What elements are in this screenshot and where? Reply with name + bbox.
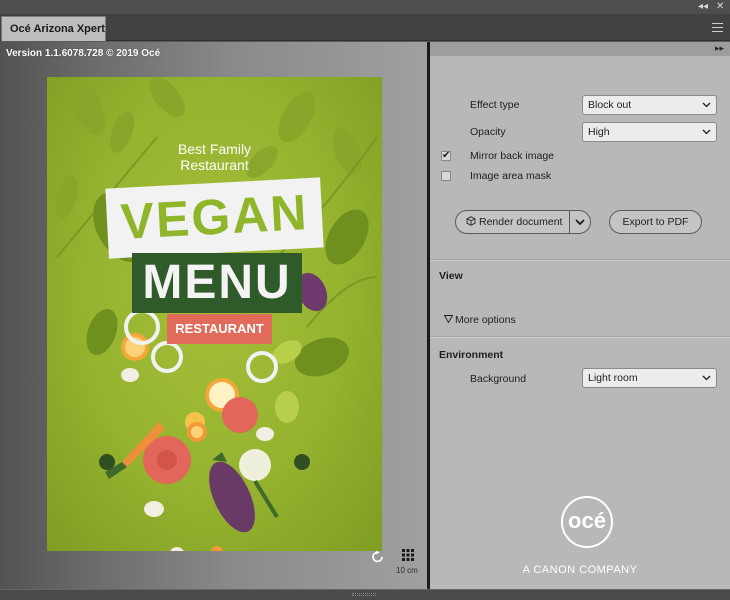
grid-icon[interactable]: [402, 549, 414, 561]
preview-area: Version 1.1.6078.728 © 2019 Océ Best Fam…: [0, 42, 427, 589]
window-top-strip: ◂◂ ✕: [0, 0, 730, 14]
bottom-resize-bar: [0, 589, 730, 600]
more-options-toggle[interactable]: More options: [443, 314, 516, 326]
oce-logo-mark: océ: [568, 508, 606, 533]
render-document-split-button: Render document: [455, 210, 591, 234]
image-area-mask-checkbox[interactable]: [441, 171, 451, 181]
section-divider: [430, 259, 730, 261]
tab-oce-arizona-xpert[interactable]: Océ Arizona Xpert: [1, 16, 106, 41]
poster-tagline: Best Family Restaurant: [47, 141, 382, 173]
mirror-back-image-checkbox[interactable]: ✔: [441, 150, 451, 161]
chevron-down-icon: [702, 102, 711, 108]
image-area-mask-label: Image area mask: [470, 170, 552, 182]
opacity-value: High: [588, 126, 610, 138]
render-document-button[interactable]: Render document: [456, 211, 569, 233]
expand-icon[interactable]: ▸▸: [715, 43, 724, 54]
version-label: Version 1.1.6078.728 © 2019 Océ: [6, 48, 161, 59]
effect-type-dropdown[interactable]: Block out: [582, 95, 717, 115]
environment-section-title: Environment: [439, 349, 504, 361]
view-section-title: View: [439, 270, 463, 282]
effect-type-value: Block out: [588, 99, 632, 111]
checkmark-icon: ✔: [442, 150, 451, 161]
more-options-label: More options: [455, 314, 516, 326]
render-document-label: Render document: [479, 216, 563, 228]
background-dropdown[interactable]: Light room: [582, 368, 717, 388]
chevron-down-icon: [702, 375, 711, 381]
resize-grip-icon[interactable]: [352, 593, 376, 596]
export-to-pdf-button[interactable]: Export to PDF: [609, 210, 702, 234]
section-divider: [430, 336, 730, 338]
background-label: Background: [470, 373, 527, 385]
oce-logo: océ: [561, 496, 613, 548]
hamburger-icon[interactable]: [712, 23, 723, 32]
opacity-dropdown[interactable]: High: [582, 122, 717, 142]
rotate-icon[interactable]: [371, 550, 385, 564]
poster-title-bottom: MENU: [142, 256, 292, 309]
effect-type-label: Effect type: [470, 99, 520, 111]
background-value: Light room: [588, 372, 638, 384]
opacity-label: Opacity: [470, 126, 506, 138]
panel-header: ▸▸: [430, 42, 730, 56]
canon-tagline: A CANON COMPANY: [522, 564, 638, 576]
chevron-down-icon: [702, 129, 711, 135]
poster-tagline-line2: Restaurant: [180, 157, 249, 173]
poster-subtitle: RESTAURANT: [175, 321, 264, 336]
render-options-dropdown[interactable]: [570, 211, 590, 233]
chevron-down-icon: [575, 219, 585, 226]
poster-preview[interactable]: Best Family Restaurant VEGAN MENU RESTAU…: [47, 77, 382, 551]
settings-panel: ▸▸ Effect type Block out Opacity High ✔ …: [430, 42, 730, 589]
mirror-back-image-label: Mirror back image: [470, 150, 555, 162]
poster-title-top: VEGAN: [119, 184, 310, 250]
triangle-down-icon: [443, 315, 454, 324]
poster-tagline-line1: Best Family: [177, 141, 252, 157]
close-icon[interactable]: ✕: [716, 1, 724, 13]
cube-icon: [466, 216, 476, 226]
scale-label: 10 cm: [396, 566, 418, 575]
panel-tab-bar: Océ Arizona Xpert: [0, 14, 730, 41]
collapse-panels-icon[interactable]: ◂◂: [698, 1, 708, 13]
